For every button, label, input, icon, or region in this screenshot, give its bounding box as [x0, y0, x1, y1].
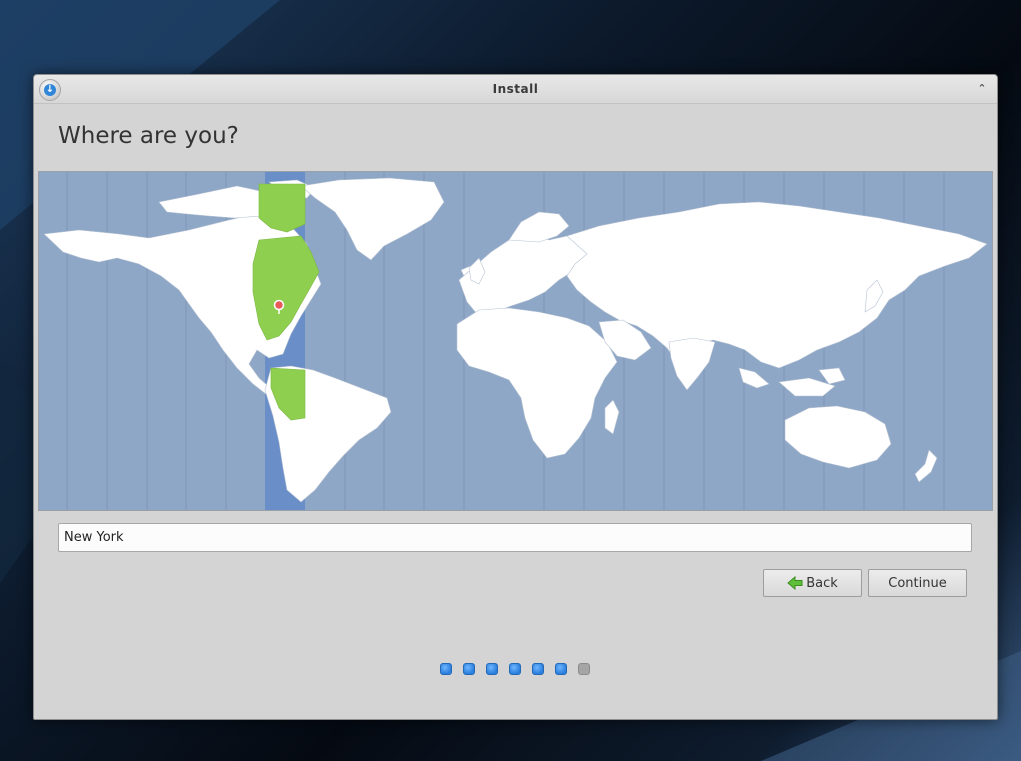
progress-step-dot — [555, 663, 567, 675]
green-left-arrow-icon — [787, 576, 803, 590]
progress-step-dot — [578, 663, 590, 675]
back-button-label: Back — [806, 575, 838, 591]
progress-step-dot — [463, 663, 475, 675]
progress-step-dot — [440, 663, 452, 675]
window-titlebar[interactable]: ↓ Install ⌃ — [34, 75, 997, 104]
installer-window: ↓ Install ⌃ Where are you? New York Back… — [33, 74, 998, 720]
back-button[interactable]: Back — [763, 569, 862, 597]
timezone-map[interactable] — [38, 171, 993, 511]
location-field[interactable] — [58, 523, 972, 552]
page-title: Where are you? — [58, 123, 239, 149]
progress-step-dot — [509, 663, 521, 675]
chevron-up-icon[interactable]: ⌃ — [973, 80, 991, 98]
window-title: Install — [492, 82, 539, 96]
world-landmass — [43, 177, 988, 503]
progress-step-dot — [532, 663, 544, 675]
progress-steps — [440, 663, 590, 675]
continue-button[interactable]: Continue — [868, 569, 967, 597]
continue-button-label: Continue — [888, 575, 947, 591]
progress-step-dot — [486, 663, 498, 675]
